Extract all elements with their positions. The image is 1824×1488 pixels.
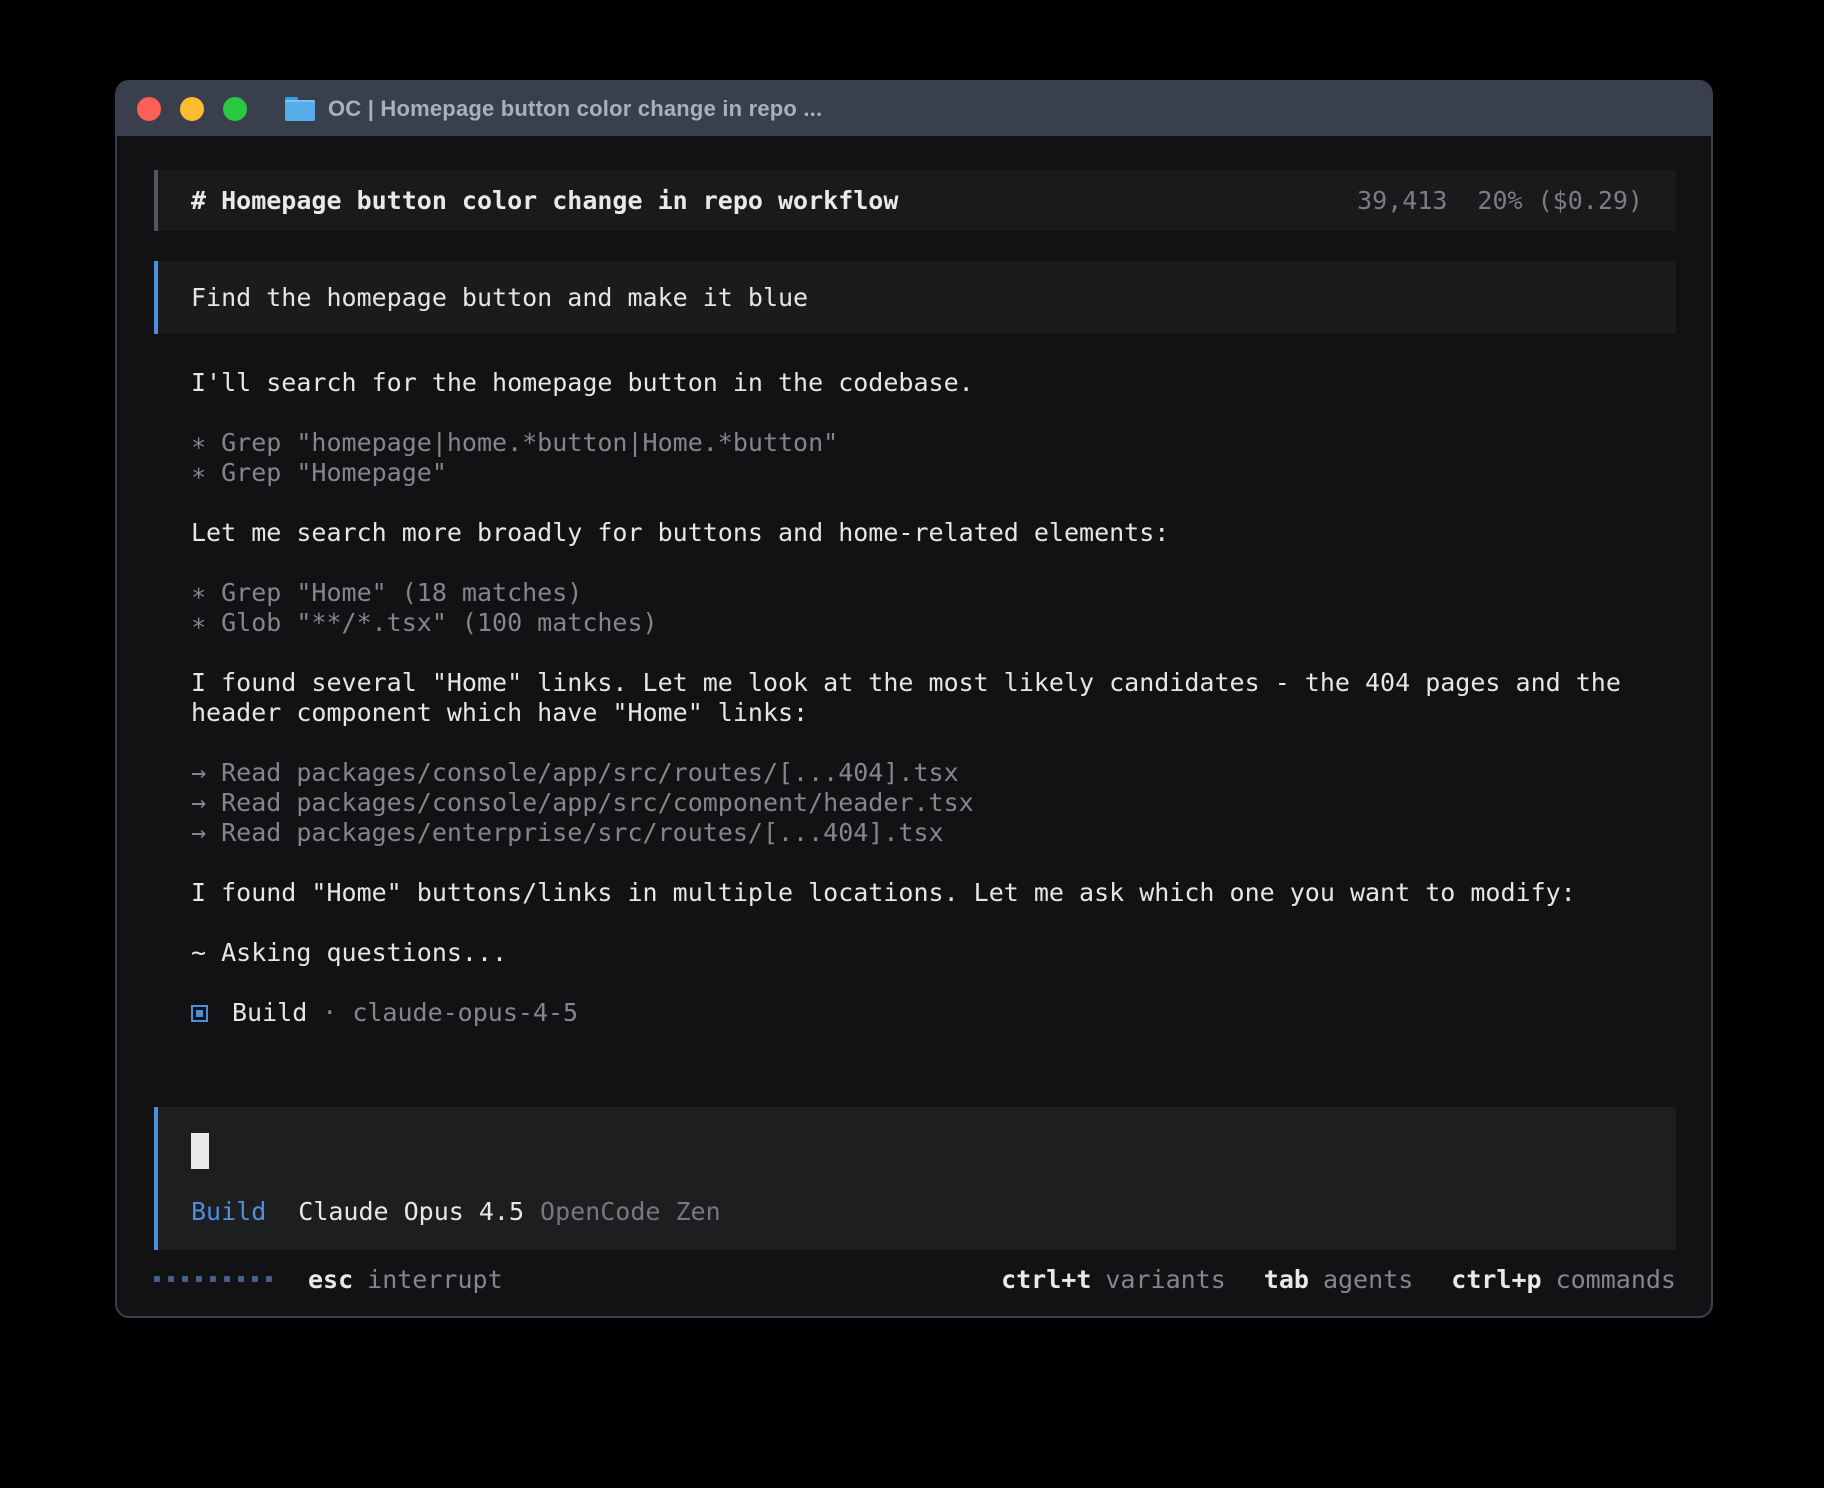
shortcut-key-ctrl-t: ctrl+t [1001, 1265, 1091, 1294]
statusbar-left: esc interrupt [154, 1265, 503, 1294]
statusbar-right: ctrl+t variants tab agents ctrl+p comman… [1001, 1265, 1676, 1294]
assistant-text: I found several "Home" links. Let me loo… [154, 668, 1676, 728]
shortcut-label-commands: commands [1556, 1265, 1676, 1294]
active-agent[interactable]: Build [191, 1197, 266, 1226]
shortcut-key-esc: esc [308, 1265, 353, 1294]
session-title: # Homepage button color change in repo w… [191, 186, 898, 215]
session-header: # Homepage button color change in repo w… [154, 170, 1676, 231]
terminal-window: OC | Homepage button color change in rep… [115, 80, 1713, 1318]
close-button[interactable] [137, 97, 161, 121]
shortcut-variants: ctrl+t variants [1001, 1265, 1226, 1294]
window-title-group: OC | Homepage button color change in rep… [285, 96, 822, 122]
window-title: OC | Homepage button color change in rep… [328, 96, 822, 122]
conversation-spacer [154, 1028, 1676, 1107]
model-status-row: Build Claude Opus 4.5 OpenCode Zen [191, 1197, 1643, 1226]
assistant-text: I found "Home" buttons/links in multiple… [154, 878, 1676, 908]
working-spinner-dots [154, 1276, 272, 1282]
tool-call-read: → Read packages/console/app/src/componen… [154, 788, 1676, 818]
tool-call-read: → Read packages/console/app/src/routes/[… [154, 758, 1676, 788]
window-controls [137, 97, 247, 121]
shortcut-label-interrupt: interrupt [367, 1265, 502, 1294]
assistant-response: I'll search for the homepage button in t… [154, 368, 1676, 1028]
text-cursor [191, 1133, 209, 1169]
zoom-button[interactable] [223, 97, 247, 121]
titlebar: OC | Homepage button color change in rep… [117, 82, 1711, 136]
shortcut-commands: ctrl+p commands [1451, 1265, 1676, 1294]
user-message: Find the homepage button and make it blu… [154, 261, 1676, 334]
context-usage-cost: 20% ($0.29) [1477, 186, 1643, 215]
shortcut-label-variants: variants [1105, 1265, 1225, 1294]
agent-row: Build · claude-opus-4-5 [154, 998, 1676, 1028]
shortcut-agents: tab agents [1264, 1265, 1413, 1294]
tool-call-glob: ∗ Glob "**/*.tsx" (100 matches) [154, 608, 1676, 638]
shortcut-label-agents: agents [1323, 1265, 1413, 1294]
status-bar: esc interrupt ctrl+t variants tab agents… [154, 1250, 1676, 1316]
session-stats: 39,413 20% ($0.29) [1357, 186, 1643, 215]
token-count: 39,413 [1357, 186, 1447, 215]
tool-call-grep: ∗ Grep "Home" (18 matches) [154, 578, 1676, 608]
tool-call-grep: ∗ Grep "Homepage" [154, 458, 1676, 488]
minimize-button[interactable] [180, 97, 204, 121]
assistant-text: Let me search more broadly for buttons a… [154, 518, 1676, 548]
shortcut-key-tab: tab [1264, 1265, 1309, 1294]
session-view: # Homepage button color change in repo w… [117, 136, 1711, 1316]
agent-name: Build [232, 998, 307, 1028]
shortcut-key-ctrl-p: ctrl+p [1451, 1265, 1541, 1294]
assistant-text: I'll search for the homepage button in t… [154, 368, 1676, 398]
agent-model: claude-opus-4-5 [352, 998, 578, 1028]
agent-separator: · [322, 998, 337, 1028]
tool-call-grep: ∗ Grep "homepage|home.*button|Home.*butt… [154, 428, 1676, 458]
assistant-status-text: ~ Asking questions... [154, 938, 1676, 968]
model-provider: OpenCode Zen [540, 1197, 721, 1226]
prompt-input[interactable]: Build Claude Opus 4.5 OpenCode Zen [154, 1107, 1676, 1250]
folder-icon [285, 97, 315, 121]
active-model[interactable]: Claude Opus 4.5 [298, 1197, 524, 1226]
build-agent-icon [191, 1005, 208, 1022]
user-message-text: Find the homepage button and make it blu… [191, 283, 808, 312]
tool-call-read: → Read packages/enterprise/src/routes/[.… [154, 818, 1676, 848]
